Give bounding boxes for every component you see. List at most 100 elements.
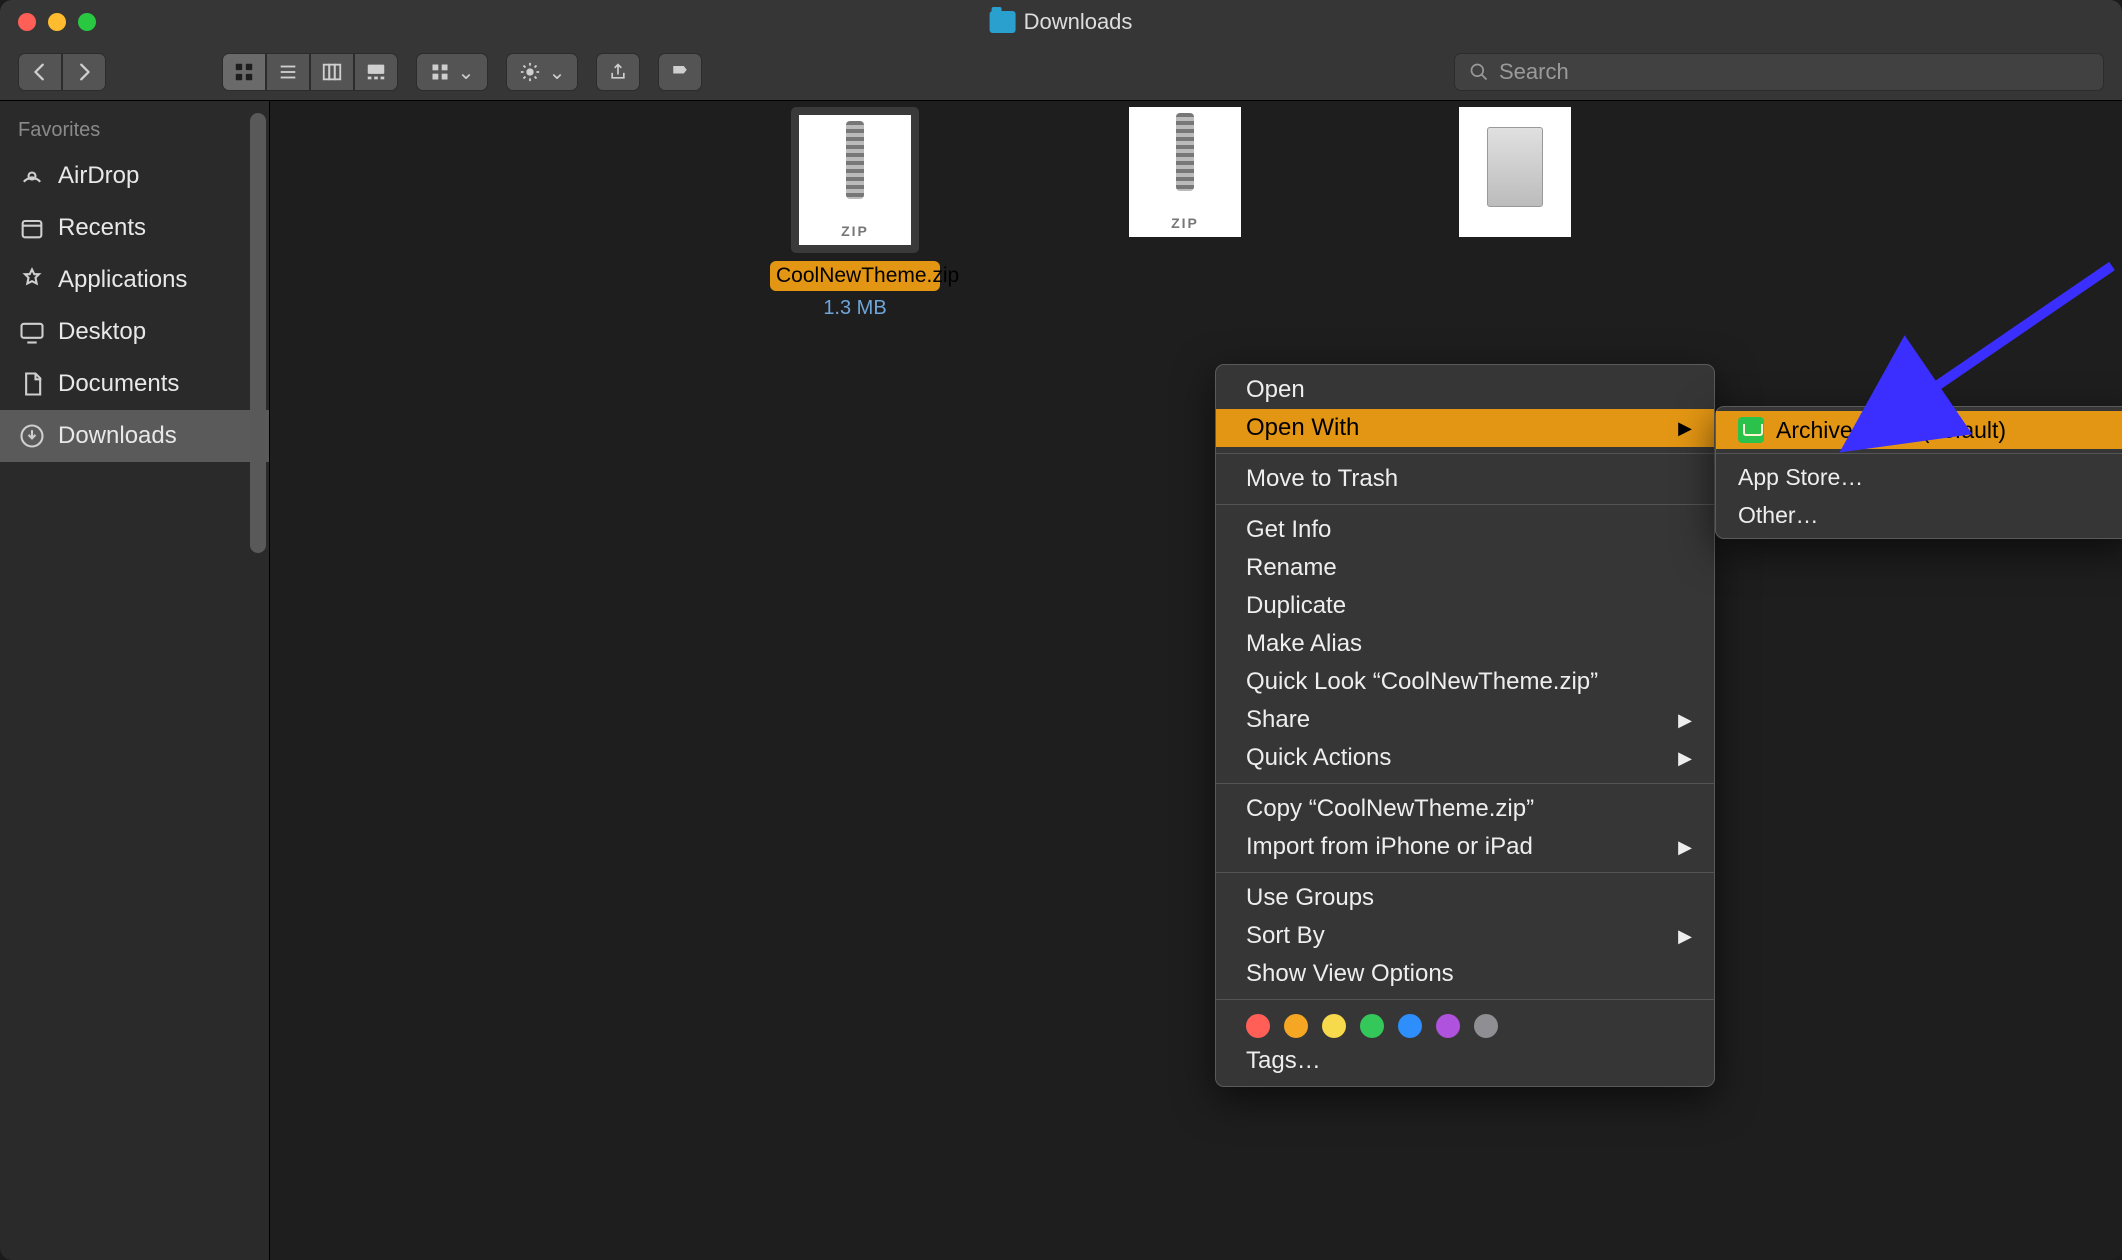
sidebar-section-header: Favorites [0,115,269,150]
submenu-arrow-icon: ▶ [1678,748,1692,769]
tag-color-purple[interactable] [1436,1014,1460,1038]
desktop-icon [18,318,46,346]
window-title-text: Downloads [1024,9,1133,35]
toolbar: ⌄ ⌄ Search [0,44,2122,101]
tag-color-red[interactable] [1246,1014,1270,1038]
ctx-open[interactable]: Open [1216,371,1714,409]
context-menu: Open Open With▶ Move to Trash Get Info R… [1215,364,1715,1087]
column-view-button[interactable] [310,53,354,91]
window-controls [0,13,96,31]
file-thumbnail: ZIP [1129,107,1241,237]
menu-separator [1216,872,1714,873]
documents-icon [18,370,46,398]
sidebar-item-documents[interactable]: Documents [0,358,269,410]
file-browser-content[interactable]: ZIP CoolNewTheme.zip 1.3 MB ZIP [270,101,2122,1260]
menu-separator [1216,504,1714,505]
menu-separator [1716,453,2122,454]
ctx-show-view-options[interactable]: Show View Options [1216,955,1714,993]
sidebar-item-airdrop[interactable]: AirDrop [0,150,269,202]
submenu-arrow-icon: ▶ [1678,837,1692,858]
sidebar-item-label: Applications [58,266,187,294]
ctx-get-info[interactable]: Get Info [1216,511,1714,549]
fullscreen-window-button[interactable] [78,13,96,31]
ctx-quick-actions[interactable]: Quick Actions▶ [1216,739,1714,777]
file-type-badge: ZIP [841,223,869,245]
menu-separator [1216,453,1714,454]
ctx-move-to-trash[interactable]: Move to Trash [1216,460,1714,498]
file-thumbnail [1459,107,1571,237]
submenu-arrow-icon: ▶ [1678,418,1692,439]
ctx-tag-colors [1216,1006,1714,1042]
search-field[interactable]: Search [1454,53,2104,91]
menu-separator [1216,783,1714,784]
sidebar-item-label: Recents [58,214,146,242]
ctx-import-iphone[interactable]: Import from iPhone or iPad▶ [1216,828,1714,866]
file-item[interactable]: ZIP [1100,107,1270,320]
tag-color-gray[interactable] [1474,1014,1498,1038]
file-item-selected[interactable]: ZIP CoolNewTheme.zip 1.3 MB [770,107,940,320]
sidebar-item-applications[interactable]: Applications [0,254,269,306]
tags-button[interactable] [658,53,702,91]
sidebar-scrollbar[interactable] [250,113,266,553]
sidebar: Favorites AirDrop Recents Applications D… [0,101,270,1260]
ctx-use-groups[interactable]: Use Groups [1216,879,1714,917]
recents-icon [18,214,46,242]
back-button[interactable] [18,53,62,91]
ctx-sort-by[interactable]: Sort By▶ [1216,917,1714,955]
ctx-tags[interactable]: Tags… [1216,1042,1714,1080]
tag-color-orange[interactable] [1284,1014,1308,1038]
ctx-open-with[interactable]: Open With▶ [1216,409,1714,447]
drive-icon [1487,127,1543,207]
openwith-app-store[interactable]: App Store… [1716,458,2122,496]
arrange-button[interactable]: ⌄ [416,53,488,91]
file-size: 1.3 MB [823,297,886,320]
submenu-arrow-icon: ▶ [1678,710,1692,731]
airdrop-icon [18,162,46,190]
file-name-selected: CoolNewTheme.zip [770,261,940,291]
list-view-button[interactable] [266,53,310,91]
view-mode-buttons [222,53,398,91]
tag-color-yellow[interactable] [1322,1014,1346,1038]
action-button[interactable]: ⌄ [506,53,578,91]
forward-button[interactable] [62,53,106,91]
openwith-other[interactable]: Other… [1716,496,2122,534]
finder-window: Downloads [0,0,2122,1260]
sidebar-item-label: Desktop [58,318,146,346]
submenu-arrow-icon: ▶ [1678,926,1692,947]
nav-buttons [18,53,106,91]
openwith-archive-utility[interactable]: Archive Utility (default) [1716,411,2122,449]
sidebar-item-label: Documents [58,370,179,398]
search-placeholder: Search [1499,59,1569,85]
search-icon [1469,62,1489,82]
close-window-button[interactable] [18,13,36,31]
file-type-badge: ZIP [1171,215,1199,237]
ctx-quick-look[interactable]: Quick Look “CoolNewTheme.zip” [1216,663,1714,701]
archive-utility-icon [1738,417,1764,443]
file-item[interactable] [1430,107,1600,320]
annotation-arrow [1882,256,2122,426]
applications-icon [18,266,46,294]
sidebar-item-desktop[interactable]: Desktop [0,306,269,358]
sidebar-item-label: AirDrop [58,162,139,190]
folder-icon [990,11,1016,33]
sidebar-item-recents[interactable]: Recents [0,202,269,254]
sidebar-item-downloads[interactable]: Downloads [0,410,269,462]
downloads-icon [18,422,46,450]
tag-color-blue[interactable] [1398,1014,1422,1038]
file-thumbnail: ZIP [791,107,919,253]
ctx-rename[interactable]: Rename [1216,549,1714,587]
open-with-submenu: Archive Utility (default) App Store… Oth… [1715,406,2122,539]
ctx-duplicate[interactable]: Duplicate [1216,587,1714,625]
titlebar: Downloads [0,0,2122,44]
ctx-share[interactable]: Share▶ [1216,701,1714,739]
share-button[interactable] [596,53,640,91]
sidebar-item-label: Downloads [58,422,177,450]
window-title: Downloads [990,9,1133,35]
gallery-view-button[interactable] [354,53,398,91]
icon-view-button[interactable] [222,53,266,91]
menu-separator [1216,999,1714,1000]
tag-color-green[interactable] [1360,1014,1384,1038]
minimize-window-button[interactable] [48,13,66,31]
ctx-make-alias[interactable]: Make Alias [1216,625,1714,663]
ctx-copy[interactable]: Copy “CoolNewTheme.zip” [1216,790,1714,828]
